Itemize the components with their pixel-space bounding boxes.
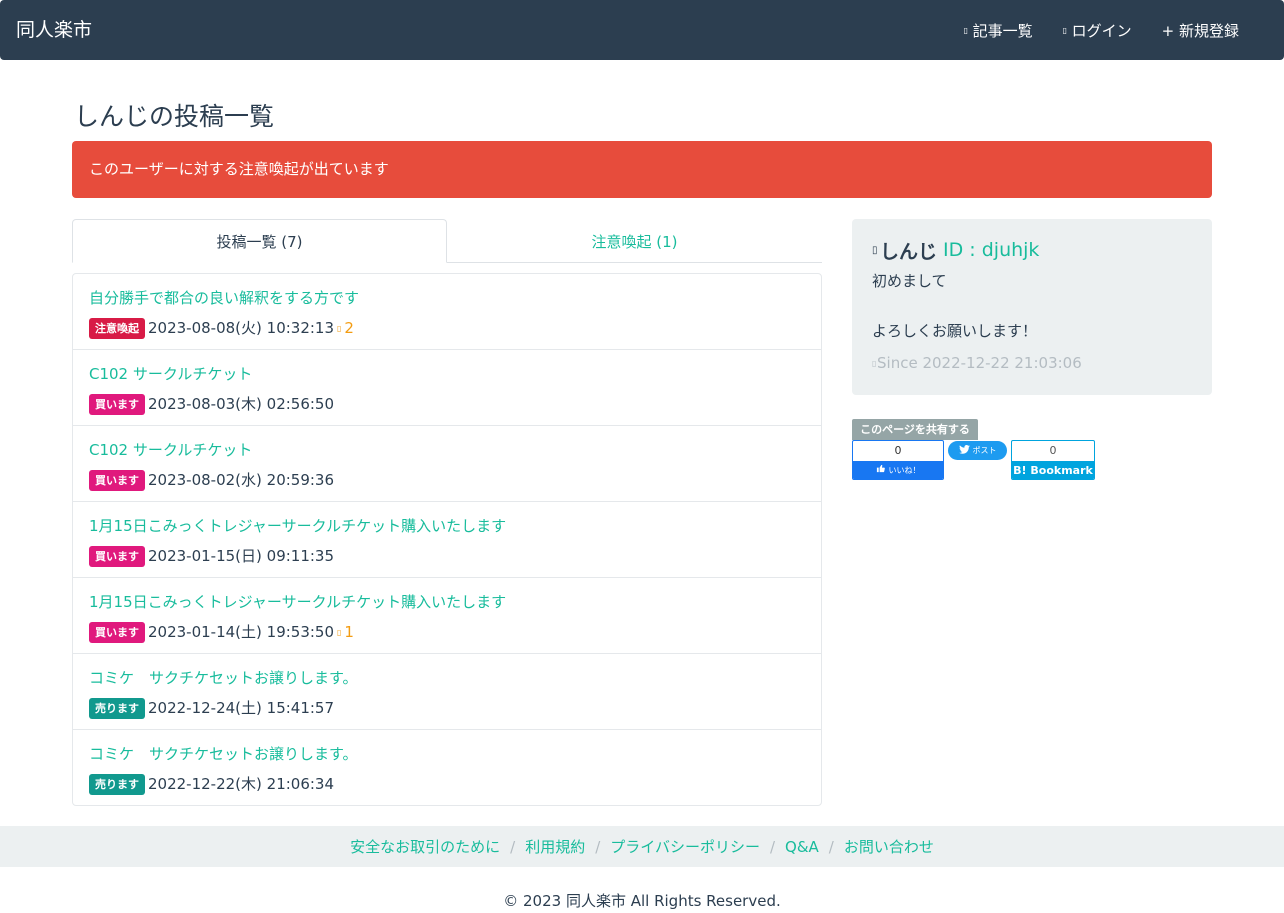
twitter-share-label: ポスト: [972, 446, 997, 455]
post-meta: 買います 2023-08-03(木) 02:56:50: [89, 393, 805, 415]
facebook-like-label: いいね！: [888, 466, 921, 475]
list-item: コミケ サクチケセットお譲りします。 売ります 2022-12-22(木) 21…: [73, 730, 821, 805]
footer-link-safety[interactable]: 安全なお取引のために: [350, 836, 500, 857]
post-date: 2023-08-08(火) 10:32:13: [148, 319, 335, 337]
post-meta: 売ります 2022-12-22(木) 21:06:34: [89, 773, 805, 795]
post-title-link[interactable]: コミケ サクチケセットお譲りします。: [89, 743, 805, 765]
facebook-like-widget: 0 いいね！: [852, 440, 944, 480]
status-badge: 買います: [89, 393, 145, 415]
facebook-count: 0: [894, 444, 902, 457]
post-meta: 買います 2023-08-02(水) 20:59:36: [89, 469, 805, 491]
footer-link-contact[interactable]: お問い合わせ: [844, 836, 934, 857]
user-icon: ▯: [872, 244, 878, 256]
nav-menu: ▯ 記事一覧 ▯ ログイン + 新規登録: [964, 20, 1239, 42]
status-badge: 売ります: [89, 697, 145, 719]
caution-alert: このユーザーに対する注意喚起が出ています: [72, 141, 1212, 198]
footer-separator: /: [769, 837, 776, 856]
facebook-like-button[interactable]: いいね！: [853, 461, 943, 479]
profile-since-text: Since 2022-12-22 21:03:06: [877, 354, 1082, 372]
post-date: 2023-01-14(土) 19:53:50: [148, 623, 335, 641]
list-item: C102 サークルチケット 買います 2023-08-03(木) 02:56:5…: [73, 350, 821, 426]
tab-posts[interactable]: 投稿一覧 (7): [72, 219, 447, 263]
list-icon: ▯: [963, 26, 969, 35]
brand-logo[interactable]: 同人楽市: [16, 18, 92, 42]
post-title-link[interactable]: コミケ サクチケセットお譲りします。: [89, 667, 805, 689]
profile-since: ▯ Since 2022-12-22 21:03:06: [872, 354, 1192, 372]
status-badge: 買います: [89, 621, 145, 643]
profile-card: ▯ しんじ ID : djuhjk 初めまして よろしくお願いします！ ▯ Si…: [852, 219, 1212, 395]
navbar: 同人楽市 ▯ 記事一覧 ▯ ログイン + 新規登録: [0, 0, 1284, 60]
post-meta: 売ります 2022-12-24(土) 15:41:57: [89, 697, 805, 719]
hatena-count: 0: [1049, 444, 1057, 457]
comment-count-value: 1: [344, 623, 354, 641]
footer-link-privacy[interactable]: プライバシーポリシー: [610, 836, 760, 857]
post-title-link[interactable]: 1月15日こみっくトレジャーサークルチケット購入いたします: [89, 591, 805, 613]
profile-name: しんじ: [880, 240, 938, 263]
footer-separator: /: [828, 837, 834, 856]
post-title-link[interactable]: C102 サークルチケット: [89, 439, 805, 461]
post-meta: 注意喚起 2023-08-08(火) 10:32:13 ▯ 2: [89, 317, 805, 339]
list-item: 1月15日こみっくトレジャーサークルチケット購入いたします 買います 2023-…: [73, 578, 821, 654]
comment-count: ▯ 2: [337, 319, 354, 337]
post-meta: 買います 2023-01-14(土) 19:53:50 ▯ 1: [89, 621, 805, 643]
nav-item-label: ログイン: [1071, 22, 1132, 40]
post-title-link[interactable]: 自分勝手で都合の良い解釈をする方です: [89, 287, 805, 309]
list-item: 1月15日こみっくトレジャーサークルチケット購入いたします 買います 2023-…: [73, 502, 821, 578]
post-list: 自分勝手で都合の良い解釈をする方です 注意喚起 2023-08-08(火) 10…: [72, 273, 822, 806]
tab-bar: 投稿一覧 (7) 注意喚起 (1): [72, 219, 822, 263]
post-date: 2023-08-03(木) 02:56:50: [148, 395, 335, 413]
footer-link-qa[interactable]: Q&A: [785, 838, 819, 856]
profile-bio: 初めまして よろしくお願いします！: [872, 272, 1038, 340]
post-date: 2022-12-24(土) 15:41:57: [148, 699, 335, 717]
post-date: 2022-12-22(木) 21:06:34: [148, 775, 335, 793]
list-item: C102 サークルチケット 買います 2023-08-02(水) 20:59:3…: [73, 426, 821, 502]
hatena-bookmark-widget: 0 B! Bookmark: [1011, 440, 1095, 480]
post-title-link[interactable]: 1月15日こみっくトレジャーサークルチケット購入いたします: [89, 515, 805, 537]
comment-count: ▯ 1: [337, 623, 354, 641]
status-badge: 買います: [89, 545, 145, 567]
nav-item-login[interactable]: ▯ ログイン: [1063, 20, 1132, 42]
profile-id: ID : djuhjk: [943, 239, 1040, 261]
copyright: © 2023 同人楽市 All Rights Reserved.: [503, 892, 781, 910]
status-badge: 買います: [89, 469, 145, 491]
footer-separator: /: [510, 837, 516, 856]
login-icon: ▯: [1062, 26, 1068, 35]
comment-icon: ▯: [337, 323, 342, 333]
share-label: このページを共有する: [852, 419, 978, 440]
list-item: 自分勝手で都合の良い解釈をする方です 注意喚起 2023-08-08(火) 10…: [73, 274, 821, 350]
comment-icon: ▯: [337, 627, 342, 637]
post-date: 2023-08-02(水) 20:59:36: [148, 471, 335, 489]
profile-header: ▯ しんじ ID : djuhjk: [872, 237, 1192, 263]
post-meta: 買います 2023-01-15(日) 09:11:35: [89, 545, 805, 567]
twitter-share-button[interactable]: ポスト: [948, 441, 1007, 460]
page-title: しんじの投稿一覧: [74, 102, 275, 131]
post-date: 2023-01-15(日) 09:11:35: [148, 547, 335, 565]
nav-item-signup[interactable]: + 新規登録: [1162, 20, 1239, 42]
footer-link-terms[interactable]: 利用規約: [525, 836, 585, 857]
nav-item-label: + 新規登録: [1161, 22, 1239, 40]
comment-count-value: 2: [344, 319, 354, 337]
status-badge: 注意喚起: [89, 317, 145, 339]
post-title-link[interactable]: C102 サークルチケット: [89, 363, 805, 385]
nav-item-label: 記事一覧: [972, 22, 1033, 40]
thumbs-up-icon: [876, 461, 885, 479]
status-badge: 売ります: [89, 773, 145, 795]
hatena-bookmark-button[interactable]: B! Bookmark: [1012, 461, 1094, 479]
twitter-bird-icon: [958, 445, 970, 456]
footer-separator: /: [595, 837, 601, 856]
list-item: コミケ サクチケセットお譲りします。 売ります 2022-12-24(土) 15…: [73, 654, 821, 730]
nav-item-articles[interactable]: ▯ 記事一覧: [964, 20, 1033, 42]
footer-links: 安全なお取引のために / 利用規約 / プライバシーポリシー / Q&A / お…: [0, 826, 1284, 867]
tab-cautions[interactable]: 注意喚起 (1): [447, 219, 822, 263]
